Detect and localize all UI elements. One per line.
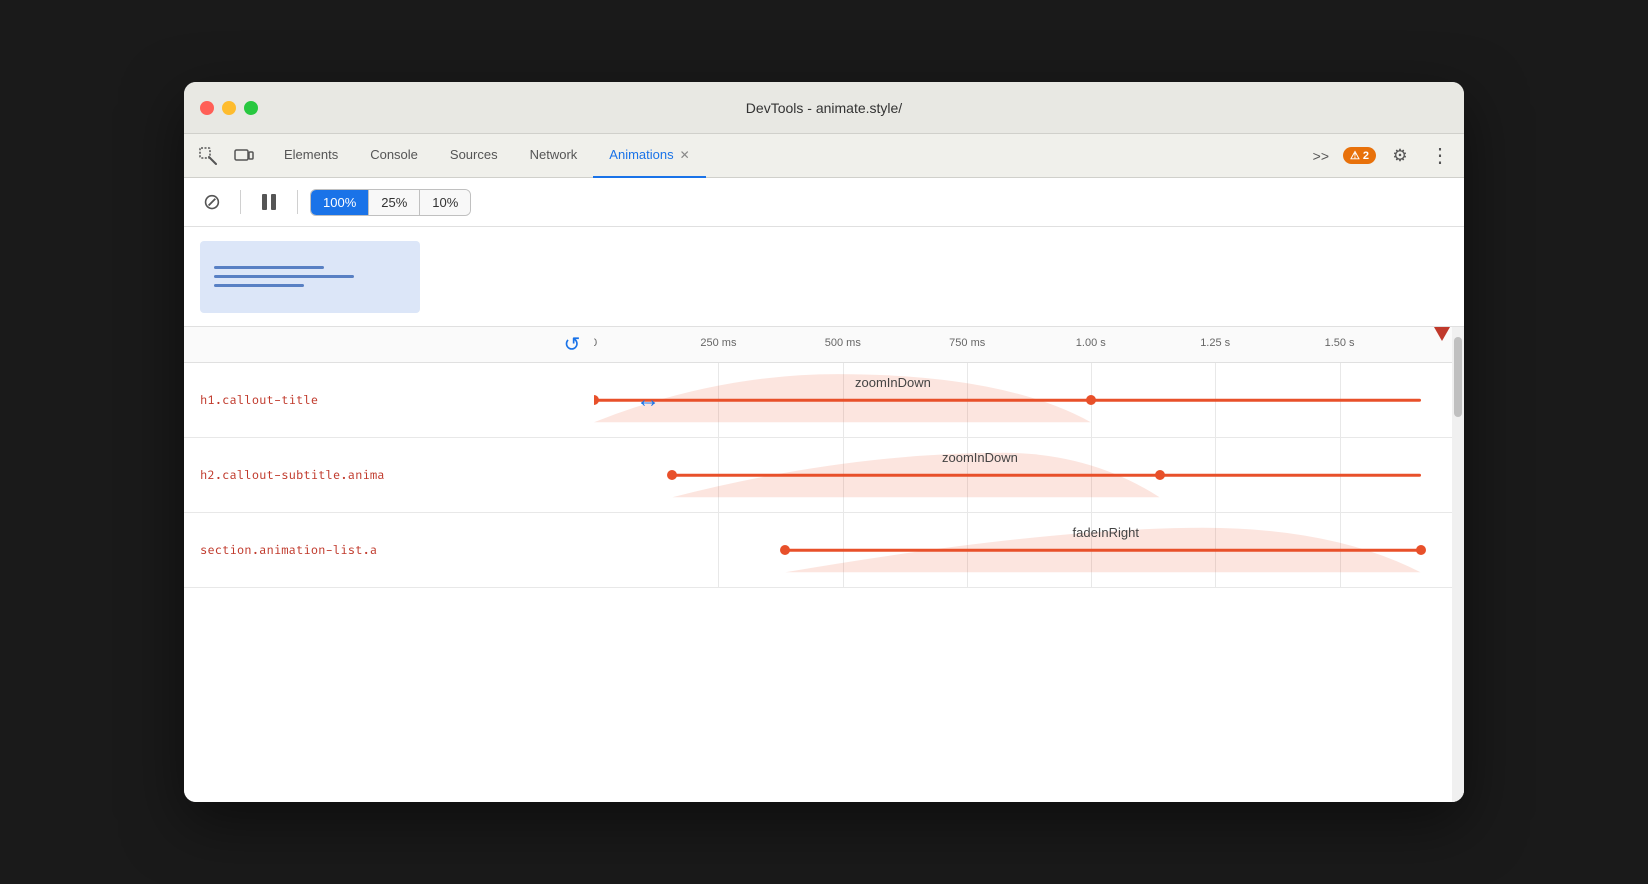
animation-name-label: zoomInDown bbox=[942, 450, 1018, 465]
animation-start-dot[interactable] bbox=[667, 470, 677, 480]
toolbar-separator-2 bbox=[297, 190, 298, 214]
animation-preview bbox=[184, 227, 1464, 327]
animation-selector-label: section.animation-list.a bbox=[184, 543, 594, 558]
ruler-ticks: 0250 ms500 ms750 ms1.00 s1.25 s1.50 s1.7… bbox=[594, 327, 1464, 362]
tab-sources[interactable]: Sources bbox=[434, 134, 514, 178]
animation-name-label: fadeInRight bbox=[1073, 525, 1140, 540]
animation-selector-label: h2.callout-subtitle.anima bbox=[184, 468, 594, 483]
timeline-rows: h1.callout-title zoomInDown ↔ h2.callout-su… bbox=[184, 363, 1464, 802]
ruler-tick-label: 0 bbox=[594, 337, 597, 349]
ruler-tick-label: 1.00 s bbox=[1076, 337, 1106, 349]
animation-line bbox=[785, 549, 1420, 552]
animation-line bbox=[672, 474, 1420, 477]
animation-row[interactable]: h1.callout-title zoomInDown ↔ bbox=[184, 363, 1464, 438]
ruler-left: ↺ bbox=[184, 331, 594, 359]
animation-row[interactable]: section.animation-list.a fadeInRight bbox=[184, 513, 1464, 588]
maximize-button[interactable] bbox=[244, 101, 258, 115]
replay-button[interactable]: ↺ bbox=[558, 331, 586, 359]
animation-name-label: zoomInDown bbox=[855, 375, 931, 390]
window-controls bbox=[200, 101, 258, 115]
tab-animations[interactable]: Animations ✕ bbox=[593, 134, 705, 178]
more-tabs-button[interactable]: >> bbox=[1307, 144, 1335, 168]
speed-25-button[interactable]: 25% bbox=[369, 190, 420, 215]
pause-button[interactable] bbox=[253, 186, 285, 218]
animation-end-dot[interactable] bbox=[1086, 395, 1096, 405]
devtools-window: DevTools - animate.style/ bbox=[184, 82, 1464, 802]
toolbar-separator bbox=[240, 190, 241, 214]
ruler-tick-label: 1.25 s bbox=[1200, 337, 1230, 349]
animation-row[interactable]: h2.callout-subtitle.anima zoomInDown bbox=[184, 438, 1464, 513]
device-icon[interactable] bbox=[228, 140, 260, 172]
ruler-tick-label: 250 ms bbox=[700, 337, 736, 349]
close-button[interactable] bbox=[200, 101, 214, 115]
scroll-thumb[interactable] bbox=[1454, 337, 1462, 417]
tab-close-icon[interactable]: ✕ bbox=[680, 148, 690, 162]
speed-controls: 100% 25% 10% bbox=[310, 189, 471, 216]
window-title: DevTools - animate.style/ bbox=[746, 100, 902, 116]
clear-icon: ⊘ bbox=[203, 189, 221, 215]
timeline-scrollbar[interactable] bbox=[1452, 327, 1464, 802]
speed-100-button[interactable]: 100% bbox=[311, 190, 369, 215]
ruler-tick-label: 750 ms bbox=[949, 337, 985, 349]
preview-line-2 bbox=[214, 275, 354, 278]
inspect-icon[interactable] bbox=[192, 140, 224, 172]
tab-console[interactable]: Console bbox=[354, 134, 434, 178]
preview-line-3 bbox=[214, 284, 304, 287]
tab-elements[interactable]: Elements bbox=[268, 134, 354, 178]
animation-start-dot[interactable] bbox=[780, 545, 790, 555]
resize-arrow[interactable]: ↔ bbox=[636, 386, 660, 414]
animation-line bbox=[594, 399, 1421, 402]
settings-button[interactable]: ⚙ bbox=[1384, 140, 1416, 172]
ruler-tick-label: 1.50 s bbox=[1325, 337, 1355, 349]
tab-network[interactable]: Network bbox=[514, 134, 594, 178]
ruler-tick-label: 500 ms bbox=[825, 337, 861, 349]
animation-track: fadeInRight bbox=[594, 513, 1464, 587]
warning-icon: ⚠ bbox=[1350, 149, 1360, 162]
devtools-icons bbox=[192, 140, 260, 172]
menu-button[interactable]: ⋮ bbox=[1424, 140, 1456, 172]
preview-line-1 bbox=[214, 266, 324, 269]
tab-bar: Elements Console Sources Network Animati… bbox=[184, 134, 1464, 178]
animation-selector-label: h1.callout-title bbox=[184, 393, 594, 408]
timeline-container: ↺ 0250 ms500 ms750 ms1.00 s1.25 s1.50 s1… bbox=[184, 327, 1464, 802]
clear-button[interactable]: ⊘ bbox=[196, 186, 228, 218]
warnings-badge[interactable]: ⚠ 2 bbox=[1343, 147, 1376, 164]
devtools-panel: Elements Console Sources Network Animati… bbox=[184, 134, 1464, 802]
playhead-marker bbox=[1434, 327, 1450, 341]
timeline-ruler: ↺ 0250 ms500 ms750 ms1.00 s1.25 s1.50 s1… bbox=[184, 327, 1464, 363]
animation-track: zoomInDown ↔ bbox=[594, 363, 1464, 437]
animation-track: zoomInDown bbox=[594, 438, 1464, 512]
speed-10-button[interactable]: 10% bbox=[420, 190, 470, 215]
animation-end-dot[interactable] bbox=[1155, 470, 1165, 480]
minimize-button[interactable] bbox=[222, 101, 236, 115]
titlebar: DevTools - animate.style/ bbox=[184, 82, 1464, 134]
animation-end-dot[interactable] bbox=[1416, 545, 1426, 555]
preview-box bbox=[200, 241, 420, 313]
tabbar-right: >> ⚠ 2 ⚙ ⋮ bbox=[1307, 140, 1456, 172]
animations-toolbar: ⊘ 100% 25% 10% bbox=[184, 178, 1464, 227]
